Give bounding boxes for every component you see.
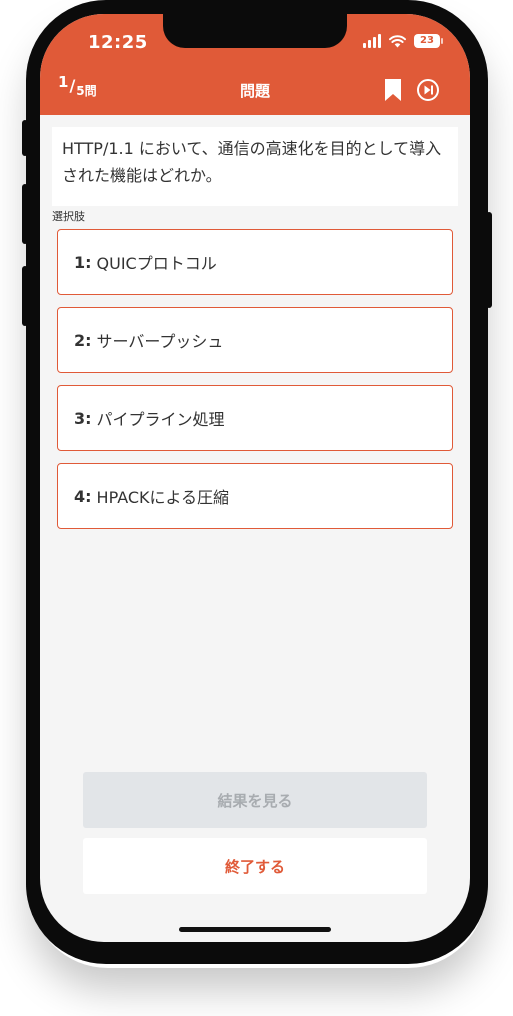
choices-label: 選択肢 xyxy=(52,210,85,223)
end-quiz-button[interactable]: 終了する xyxy=(83,838,427,894)
choice-text: サーバープッシュ xyxy=(96,332,224,351)
wifi-icon xyxy=(389,34,406,48)
choice-option-3[interactable]: 3: パイプライン処理 xyxy=(57,385,453,451)
page-title: 問題 xyxy=(239,82,270,100)
choice-text: QUICプロトコル xyxy=(96,254,217,273)
choice-number: 4: xyxy=(74,486,92,506)
home-indicator[interactable] xyxy=(179,927,331,932)
choice-option-4[interactable]: 4: HPACKによる圧縮 xyxy=(57,463,453,529)
choice-option-2[interactable]: 2: サーバープッシュ xyxy=(57,307,453,373)
choice-number: 1: xyxy=(74,252,92,272)
question-text: HTTP/1.1 において、通信の高速化を目的として導入された機能はどれか。 xyxy=(52,127,458,206)
view-results-button[interactable]: 結果を見る xyxy=(83,772,427,828)
cellular-signal-icon xyxy=(363,34,381,48)
skip-forward-icon[interactable] xyxy=(416,78,440,102)
choice-option-1[interactable]: 1: QUICプロトコル xyxy=(57,229,453,295)
app-screen: 12:25 23 1/5問 問題 HTTP/1.1 において、通信の高速化を目的… xyxy=(40,14,470,942)
device-mockup: 12:25 23 1/5問 問題 HTTP/1.1 において、通信の高速化を目的… xyxy=(0,0,513,1016)
status-time: 12:25 xyxy=(88,32,148,53)
notch xyxy=(163,14,347,48)
choice-text: HPACKによる圧縮 xyxy=(96,488,230,507)
battery-icon: 23 xyxy=(414,34,443,48)
bookmark-icon[interactable] xyxy=(383,78,403,102)
app-header: 12:25 23 1/5問 問題 xyxy=(40,14,470,115)
choice-number: 2: xyxy=(74,330,92,350)
status-icons: 23 xyxy=(363,34,443,48)
choice-text: パイプライン処理 xyxy=(96,410,225,429)
choice-number: 3: xyxy=(74,408,92,428)
